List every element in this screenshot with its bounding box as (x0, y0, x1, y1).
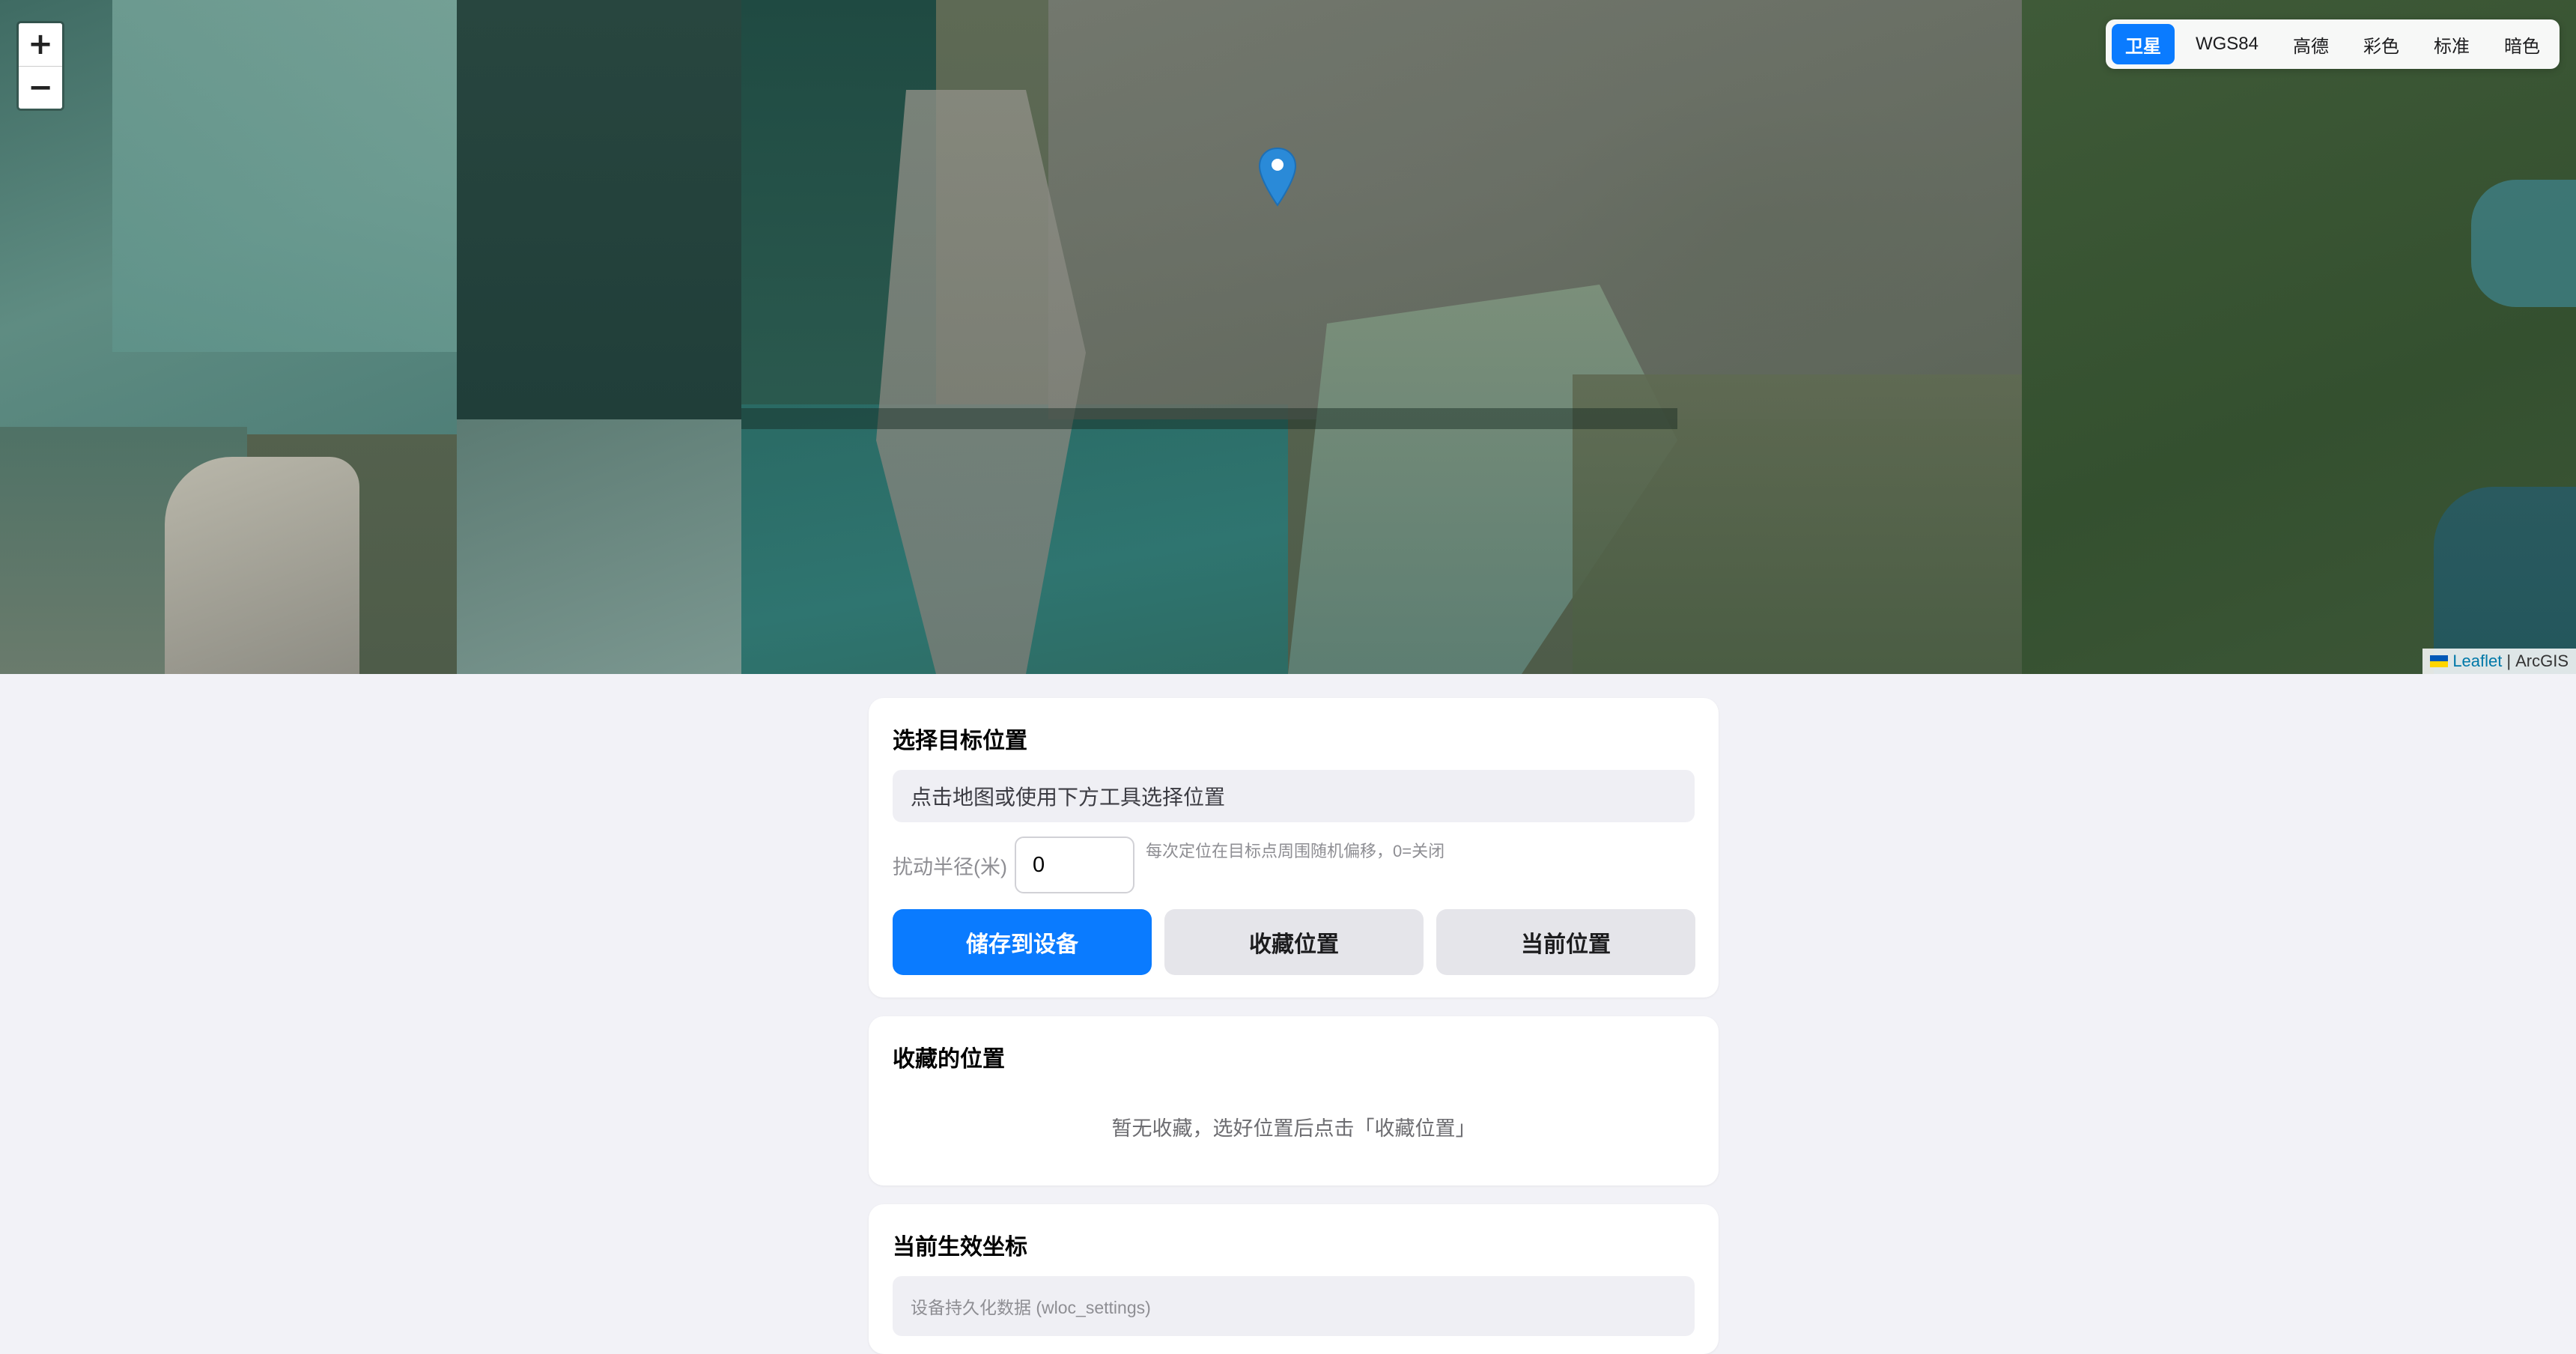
layer-option-dark[interactable]: 暗色 (2491, 24, 2554, 64)
ukraine-flag-icon (2430, 655, 2449, 667)
attribution-separator: | (2506, 652, 2512, 670)
radius-note: 每次定位在目标点周围随机偏移，0=关闭 (1146, 842, 1445, 860)
map-attribution: Leaflet | ArcGIS (2422, 649, 2576, 674)
attribution-provider: ArcGIS (2515, 652, 2569, 670)
map-tile (112, 0, 457, 352)
map-pin-icon[interactable] (1258, 147, 1297, 207)
save-to-device-button[interactable]: 储存到设备 (893, 909, 1152, 975)
zoom-out-button[interactable]: − (19, 66, 62, 109)
layer-option-satellite[interactable]: 卫星 (2111, 24, 2175, 64)
selected-location-display: 点击地图或使用下方工具选择位置 (893, 770, 1695, 822)
map-tile (457, 0, 741, 419)
radius-label: 扰动半径(米) (893, 856, 1007, 878)
map-tile (2434, 487, 2576, 674)
card-title: 收藏的位置 (893, 1047, 1005, 1072)
persisted-data-box: 设备持久化数据 (wloc_settings) (893, 1276, 1695, 1336)
layer-option-wgs84[interactable]: WGS84 (2182, 24, 2272, 64)
layer-option-gaode[interactable]: 高德 (2279, 24, 2342, 64)
zoom-control: + − (16, 21, 64, 111)
favorites-empty-text: 暂无收藏，选好位置后点击「收藏位置」 (1111, 1117, 1476, 1140)
map-tile (165, 457, 359, 674)
map-tile (741, 408, 1677, 429)
card-title: 当前生效坐标 (893, 1235, 1027, 1260)
layer-switcher: 卫星 WGS84 高德 彩色 标准 暗色 (2105, 19, 2560, 69)
favorite-location-button[interactable]: 收藏位置 (1164, 909, 1424, 975)
radius-input[interactable]: 0 (1015, 837, 1134, 893)
effective-coordinates-card: 当前生效坐标 设备持久化数据 (wloc_settings) (869, 1204, 1719, 1354)
target-location-card: 选择目标位置 点击地图或使用下方工具选择位置 扰动半径(米) 0 每次定位在目标… (869, 698, 1719, 998)
map-tile (457, 419, 741, 674)
favorites-card: 收藏的位置 暂无收藏，选好位置后点击「收藏位置」 (869, 1016, 1719, 1185)
zoom-in-button[interactable]: + (19, 23, 62, 66)
current-location-button[interactable]: 当前位置 (1436, 909, 1695, 975)
map-view[interactable]: + − 卫星 WGS84 高德 彩色 标准 暗色 Leaflet | ArcGI… (0, 0, 2576, 674)
leaflet-link[interactable]: Leaflet (2452, 652, 2502, 671)
layer-option-color[interactable]: 彩色 (2350, 24, 2413, 64)
card-title: 选择目标位置 (893, 729, 1027, 753)
map-tile (2471, 180, 2576, 307)
layer-option-standard[interactable]: 标准 (2420, 24, 2483, 64)
